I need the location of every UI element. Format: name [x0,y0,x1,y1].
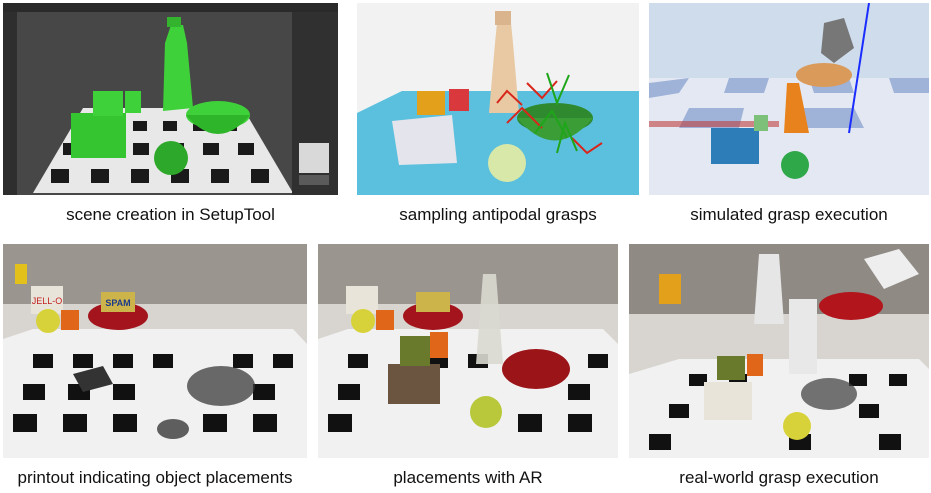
caption-real-world-execution: real-world grasp execution [679,468,879,487]
ar-placement-photo [318,244,618,458]
caption-printout: printout indicating object placements [17,468,293,487]
spam-label: SPAM [105,298,130,308]
caption-placements-ar: placements with AR [393,468,543,487]
setuptool-screenshot [3,3,338,195]
caption-scene-creation: scene creation in SetupTool [66,205,275,224]
panel-printout: JELL-O SPAM [3,244,307,458]
real-world-photo [629,244,929,458]
panel-sampling-grasps [357,3,639,195]
jello-label: JELL-O [32,296,63,306]
panel-real-world-execution [629,244,929,458]
printout-photo: JELL-O SPAM [3,244,307,458]
panel-scene-creation [3,3,338,195]
simulation-render [649,3,929,195]
panel-placements-ar [318,244,618,458]
caption-simulated-execution: simulated grasp execution [690,205,888,224]
panel-simulated-execution [649,3,929,195]
caption-sampling-grasps: sampling antipodal grasps [399,205,597,224]
grasp-sampling-render [357,3,639,195]
